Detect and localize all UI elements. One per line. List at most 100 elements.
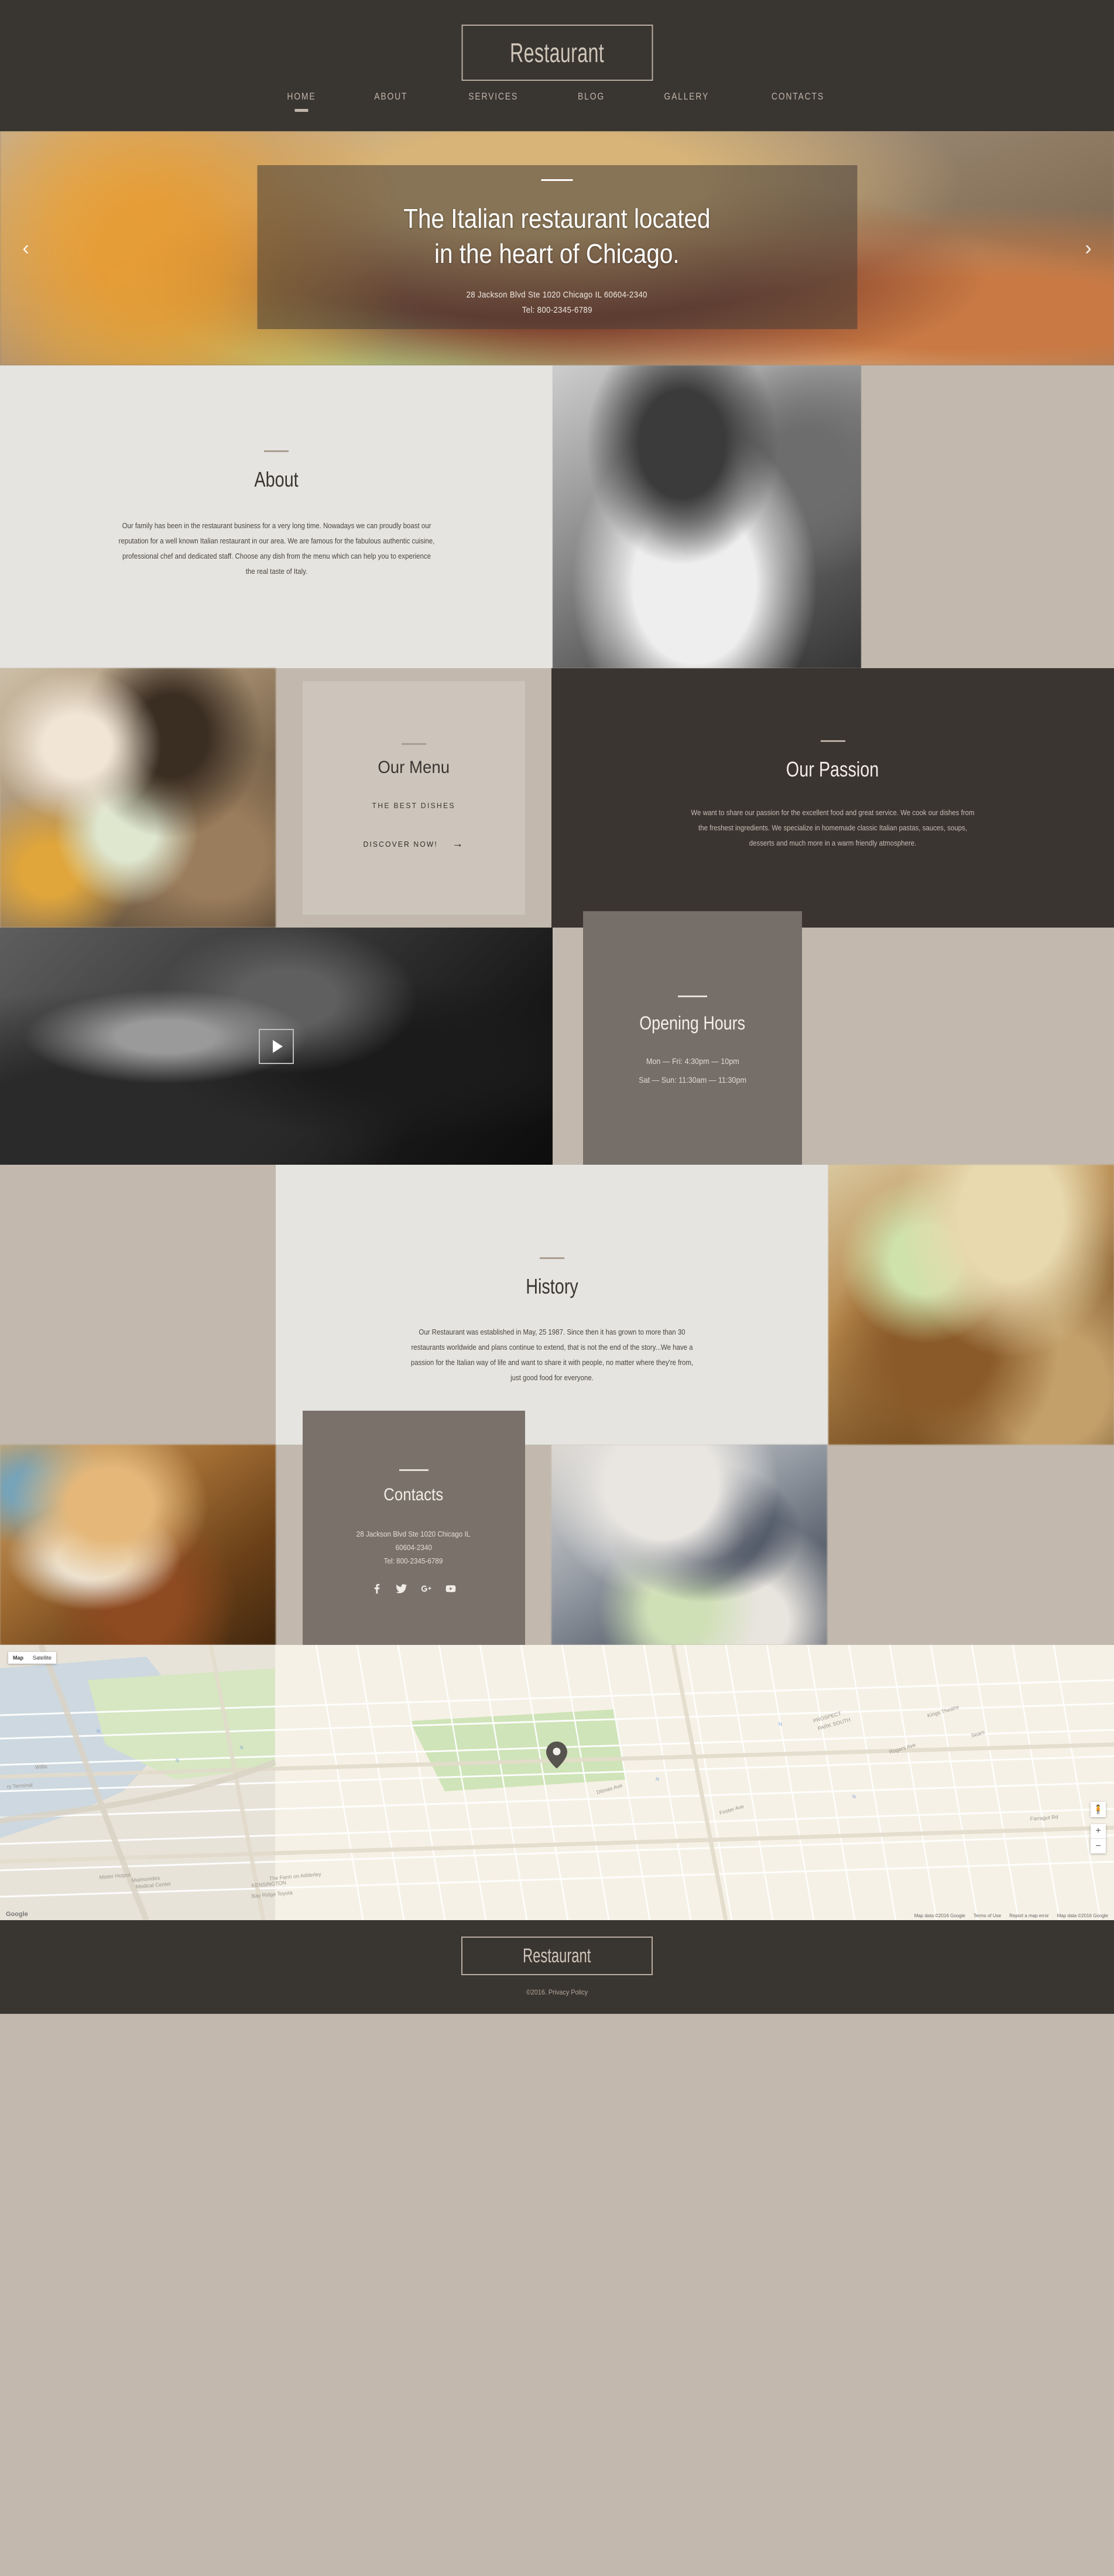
nav-item-services[interactable]: SERVICES [447, 91, 539, 102]
nav-item-about[interactable]: ABOUT [353, 91, 429, 102]
svg-text:N: N [779, 1722, 782, 1727]
google-plus-icon[interactable] [420, 1583, 432, 1595]
contacts-section: Contacts 28 Jackson Blvd Ste 1020 Chicag… [0, 1411, 1114, 1645]
restaurant-landing-page: Restaurant HOME ABOUT SERVICES BLOG GALL… [0, 0, 1114, 2014]
hours-container: Opening Hours Mon — Fri: 4:30pm — 10pm S… [553, 911, 1114, 1171]
menu-passion-section: Our Menu THE BEST DISHES DISCOVER NOW! →… [0, 668, 1114, 928]
map-attribution: Map data ©2016 Google Terms of Use Repor… [0, 1913, 1114, 1918]
contacts-burger-photo [0, 1445, 276, 1645]
history-text-column: History Our Restaurant was established i… [276, 1165, 828, 1445]
nav-active-underline [294, 109, 309, 112]
footer-logo[interactable]: Restaurant [461, 1937, 653, 1975]
hero-rule [541, 179, 573, 181]
menu-subtitle: THE BEST DISHES [372, 801, 455, 810]
hero-next-arrow-icon[interactable]: › [1075, 235, 1101, 261]
hero-slider: ‹ › The Italian restaurant located in th… [0, 131, 1114, 365]
history-section: History Our Restaurant was established i… [0, 1165, 1114, 1445]
menu-card-container: Our Menu THE BEST DISHES DISCOVER NOW! → [276, 668, 551, 928]
social-links [371, 1583, 457, 1595]
passion-title: Our Passion [786, 757, 879, 781]
nav-label-home: HOME [287, 91, 316, 102]
map-canvas: Mister Hotpot Maimonides Medical Center … [0, 1645, 1114, 1920]
diners-photo [0, 668, 276, 928]
hours-weekend: Sat — Sun: 11:30am — 11:30pm [639, 1075, 746, 1085]
contacts-telephone: Tel: 800-2345-6789 [384, 1556, 443, 1565]
discover-now-button[interactable]: DISCOVER NOW! → [363, 838, 464, 850]
svg-text:N: N [97, 1729, 100, 1734]
menu-title: Our Menu [378, 758, 450, 777]
zoom-in-button[interactable]: + [1091, 1824, 1106, 1839]
zoom-out-button[interactable]: − [1091, 1839, 1106, 1853]
history-title: History [526, 1274, 578, 1298]
contacts-address-line1: 28 Jackson Blvd Ste 1020 Chicago IL [357, 1530, 471, 1538]
contacts-plating-photo [551, 1445, 827, 1645]
svg-text:N: N [852, 1794, 856, 1800]
location-map[interactable]: Mister Hotpot Maimonides Medical Center … [0, 1645, 1114, 1920]
svg-text:N: N [656, 1777, 659, 1782]
map-type-map[interactable]: Map [8, 1652, 28, 1664]
nav-item-contacts[interactable]: CONTACTS [750, 91, 845, 102]
hero-caption-panel: The Italian restaurant located in the he… [257, 165, 857, 329]
passion-body: We want to share our passion for the exc… [691, 808, 975, 847]
nav-item-home[interactable]: HOME [266, 91, 337, 112]
play-button[interactable] [259, 1028, 294, 1064]
history-filler-left [0, 1165, 276, 1445]
svg-text:Willis: Willis [35, 1764, 47, 1770]
map-data-credit: Map data ©2016 Google [914, 1913, 965, 1918]
footer-logo-text: Restaurant [523, 1944, 591, 1967]
contacts-rule [399, 1469, 429, 1471]
youtube-icon[interactable] [445, 1583, 457, 1595]
terms-of-use-link[interactable]: Terms of Use [974, 1913, 1001, 1918]
hero-title-line1: The Italian restaurant located [403, 203, 711, 234]
our-menu-card: Our Menu THE BEST DISHES DISCOVER NOW! → [302, 681, 525, 915]
main-navigation: HOME ABOUT SERVICES BLOG GALLERY CONTACT… [0, 91, 1114, 112]
map-zoom-control[interactable]: + − [1091, 1824, 1106, 1853]
hours-title: Opening Hours [639, 1012, 746, 1034]
site-header: Restaurant HOME ABOUT SERVICES BLOG GALL… [0, 0, 1114, 131]
contacts-filler-right [827, 1445, 1114, 1645]
contacts-address-line2: 60604-2340 [395, 1543, 432, 1552]
passion-rule [820, 740, 845, 742]
map-marker[interactable] [546, 1742, 567, 1768]
about-filler-panel [861, 365, 1114, 668]
nav-item-blog[interactable]: BLOG [557, 91, 626, 102]
site-logo-text: Restaurant [509, 37, 604, 68]
play-icon [272, 1039, 283, 1053]
hero-address: 28 Jackson Blvd Ste 1020 Chicago IL 6060… [466, 290, 648, 300]
hero-telephone: Tel: 800-2345-6789 [522, 305, 592, 316]
hours-rule [678, 995, 707, 997]
footer-copyright[interactable]: ©2016. Privacy Policy [526, 1988, 588, 1996]
nav-item-gallery[interactable]: GALLERY [643, 91, 730, 102]
twitter-icon[interactable] [395, 1583, 407, 1595]
hours-weekday: Mon — Fri: 4:30pm — 10pm [646, 1056, 739, 1066]
hero-prev-arrow-icon[interactable]: ‹ [13, 235, 39, 261]
site-logo[interactable]: Restaurant [461, 25, 653, 81]
map-type-satellite[interactable]: Satellite [28, 1652, 56, 1664]
video-thumbnail[interactable] [0, 928, 553, 1165]
our-passion-panel: Our Passion We want to share our passion… [551, 668, 1114, 928]
about-title: About [254, 467, 299, 491]
arrow-right-icon: → [451, 837, 464, 850]
street-view-pegman-icon[interactable]: 🧍 [1091, 1802, 1106, 1817]
menu-rule [401, 743, 426, 745]
contacts-title: Contacts [383, 1485, 444, 1504]
svg-text:N: N [176, 1758, 179, 1763]
history-rule [540, 1257, 564, 1259]
map-type-control[interactable]: Map Satellite [8, 1652, 57, 1664]
svg-text:N: N [240, 1745, 244, 1750]
map-data-credit-2: Map data ©2016 Google [1057, 1913, 1108, 1918]
site-footer: Restaurant ©2016. Privacy Policy [0, 1920, 1114, 2014]
facebook-icon[interactable] [371, 1583, 383, 1595]
hero-title-line2: in the heart of Chicago. [434, 238, 680, 269]
video-hours-section: Opening Hours Mon — Fri: 4:30pm — 10pm S… [0, 911, 1114, 1171]
about-rule [264, 450, 289, 452]
opening-hours-card: Opening Hours Mon — Fri: 4:30pm — 10pm S… [583, 911, 802, 1171]
history-sandwich-photo [828, 1165, 1114, 1445]
about-chef-photo [553, 365, 861, 668]
contacts-card: Contacts 28 Jackson Blvd Ste 1020 Chicag… [302, 1411, 525, 1645]
about-section: About Our family has been in the restaur… [0, 365, 1114, 668]
contacts-card-container: Contacts 28 Jackson Blvd Ste 1020 Chicag… [276, 1411, 551, 1645]
report-map-error-link[interactable]: Report a map error [1009, 1913, 1049, 1918]
about-body: Our family has been in the restaurant bu… [118, 521, 434, 576]
discover-now-label: DISCOVER NOW! [363, 839, 438, 849]
